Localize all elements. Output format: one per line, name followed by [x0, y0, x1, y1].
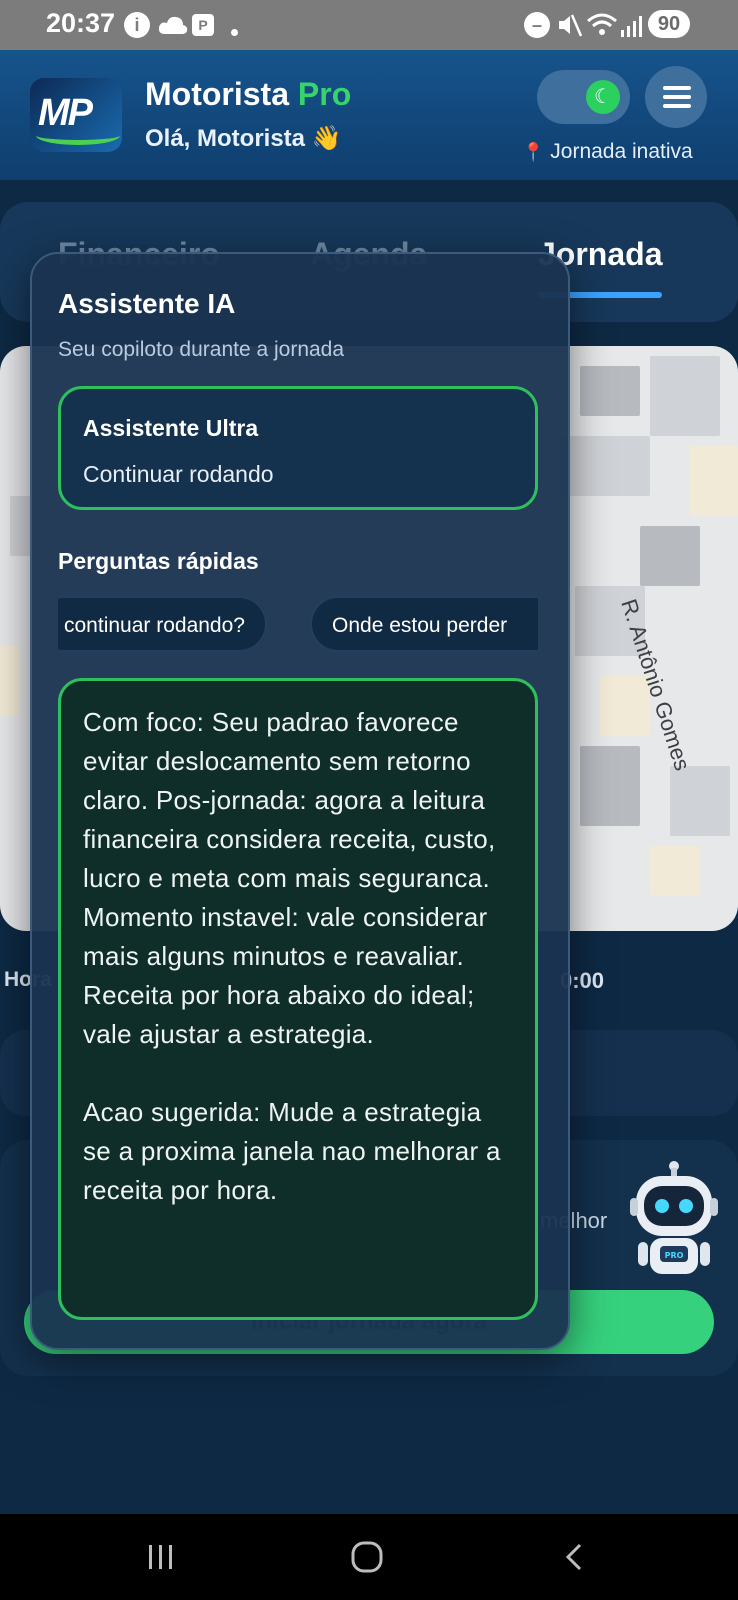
app-title-main: Motorista: [145, 76, 289, 112]
robot-assistant-icon[interactable]: PRO: [628, 1160, 720, 1280]
jornada-status: 📍 Jornada inativa: [522, 140, 693, 164]
app-title: Motorista Pro: [145, 76, 351, 113]
theme-toggle[interactable]: ☾: [537, 70, 630, 124]
system-nav-bar: [0, 1514, 738, 1600]
info-icon: i: [124, 12, 150, 38]
wifi-icon: [587, 13, 617, 35]
recent-apps-icon[interactable]: [146, 1542, 176, 1572]
assistant-ultra-card[interactable]: Assistente Ultra Continuar rodando: [58, 386, 538, 510]
response-paragraph: Com foco: Seu padrao favorece evitar des…: [83, 707, 496, 1049]
quick-question-chip[interactable]: continuar rodando?: [58, 596, 267, 652]
ultra-title: Assistente Ultra: [83, 415, 259, 441]
status-bar: 20:37 i P – 90: [0, 0, 738, 50]
quick-question-chip[interactable]: Onde estou perder: [310, 596, 538, 652]
assistant-response-card: Com foco: Seu padrao favorece evitar des…: [58, 678, 538, 1320]
parking-icon: P: [192, 14, 214, 36]
response-paragraph: Acao sugerida: Mude a estrategia se a pr…: [83, 1097, 501, 1205]
home-icon[interactable]: [350, 1540, 384, 1574]
assistant-panel: Assistente IA Seu copiloto durante a jor…: [30, 252, 570, 1350]
moon-icon: ☾: [586, 80, 620, 114]
app-header: MP Motorista Pro Olá, Motorista 👋 ☾ 📍 Jo…: [0, 50, 738, 180]
app-title-accent: Pro: [297, 76, 352, 112]
assistant-subtitle: Seu copiloto durante a jornada: [58, 338, 345, 361]
menu-button[interactable]: [645, 66, 707, 128]
greeting: Olá, Motorista 👋: [145, 125, 342, 152]
robot-badge: PRO: [665, 1251, 684, 1260]
app-logo: MP: [30, 78, 122, 152]
back-icon[interactable]: [562, 1542, 586, 1572]
quick-questions-row[interactable]: continuar rodando? Onde estou perder: [58, 596, 538, 656]
status-time: 20:37: [46, 8, 116, 38]
location-pin-icon: 📍: [522, 142, 545, 162]
mute-icon: [559, 14, 582, 37]
ultra-subtitle: Continuar rodando: [83, 461, 274, 487]
assistant-title: Assistente IA: [58, 288, 236, 319]
notification-dot-icon: [231, 29, 238, 36]
jornada-status-text: Jornada inativa: [550, 140, 693, 163]
cloud-icon: [158, 16, 188, 34]
dnd-icon: –: [524, 12, 550, 38]
signal-icon: [621, 16, 642, 37]
quick-questions-title: Perguntas rápidas: [58, 548, 259, 574]
battery-indicator: 90: [648, 10, 690, 38]
